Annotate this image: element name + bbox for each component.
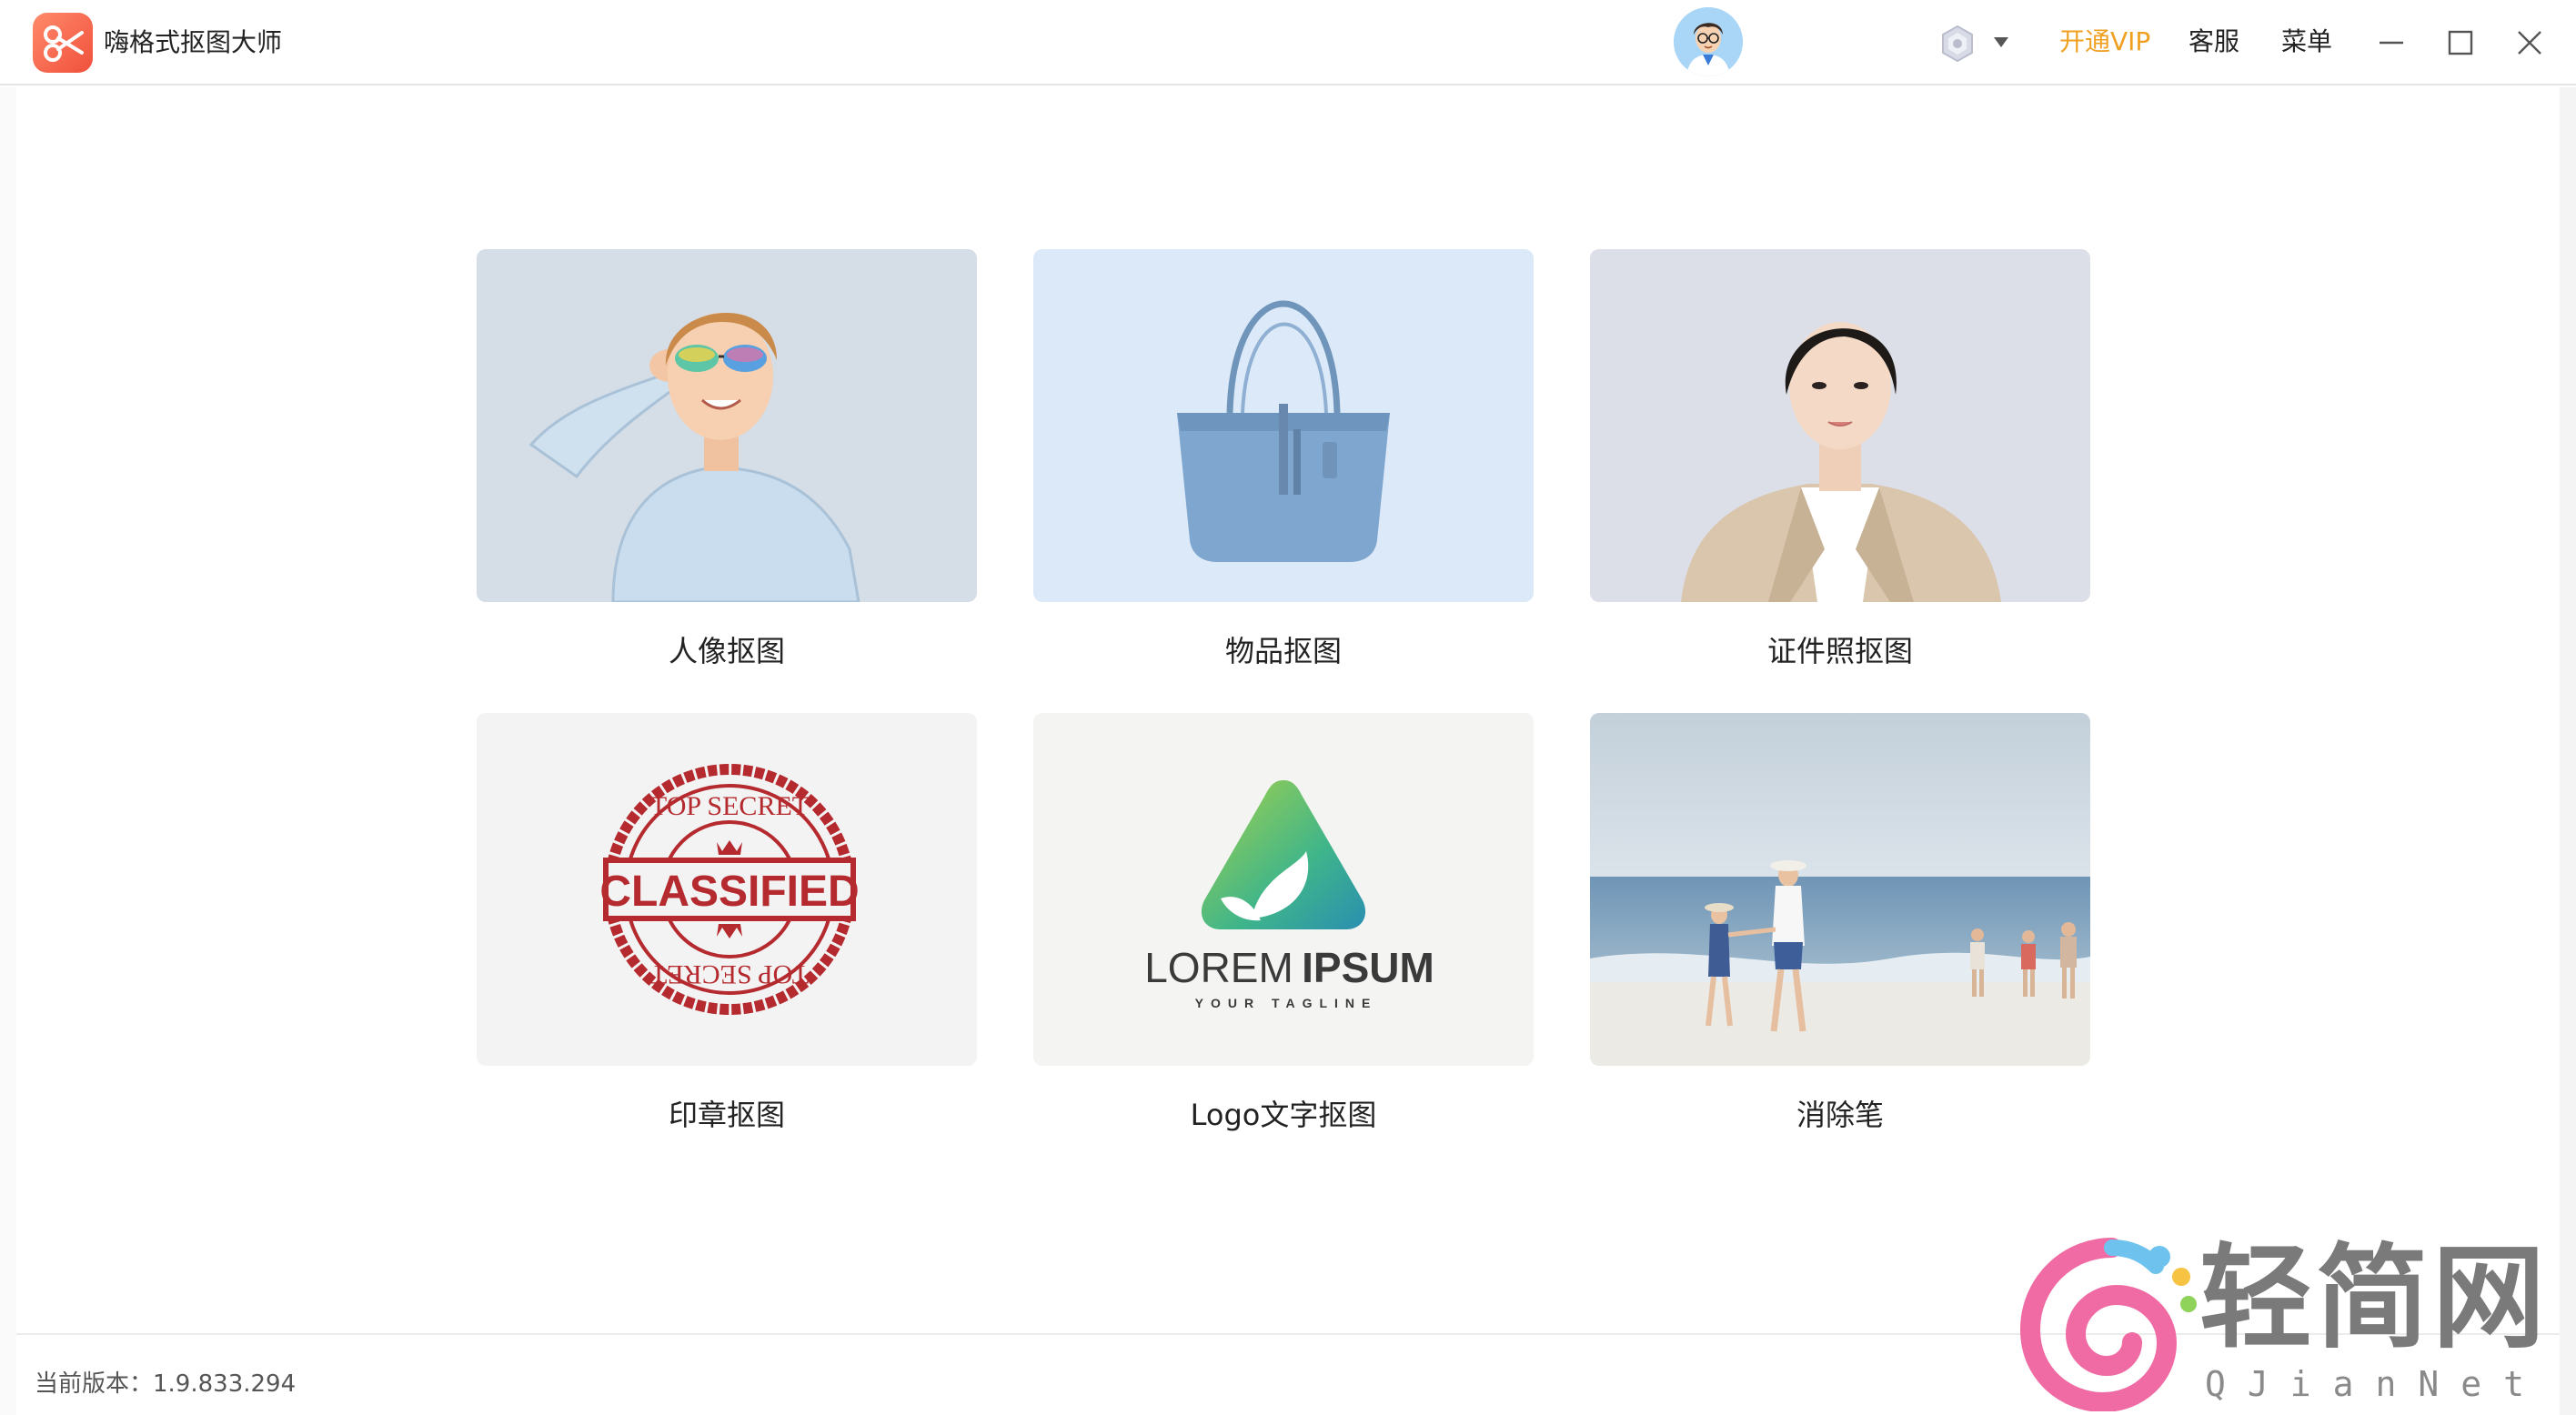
settings-badge-icon[interactable] — [1937, 24, 1977, 64]
close-icon[interactable] — [2507, 20, 2552, 65]
feature-label: 人像抠图 — [668, 634, 785, 668]
right-gutter — [2560, 87, 2576, 1415]
feature-label: 印章抠图 — [668, 1098, 785, 1132]
scissors-logo-icon — [33, 13, 93, 73]
caret-down-icon[interactable] — [1992, 35, 2010, 49]
watermark-cn-text: 轻简网 — [2199, 1232, 2550, 1364]
stamp-main-text: CLASSIFIED — [599, 868, 859, 916]
feature-card-logo[interactable]: LOREM IPSUM YOUR TAGLINE Logo文字抠图 — [1033, 713, 1534, 1149]
menu-link[interactable]: 菜单 — [2281, 25, 2332, 59]
feature-label: Logo文字抠图 — [1190, 1098, 1377, 1132]
user-avatar-icon[interactable] — [1674, 7, 1743, 76]
object-thumbnail[interactable] — [1033, 249, 1534, 602]
title-bar: 嗨格式抠图大师 开通VIP 客服 菜单 — [0, 0, 2576, 85]
logo-word-1: LOREM — [1144, 944, 1293, 991]
stamp-top-text: TOP SECRET — [650, 791, 809, 821]
minimize-icon[interactable] — [2369, 20, 2414, 65]
stamp-bottom-text: TOP SECRET — [650, 959, 809, 989]
stamp-thumbnail[interactable]: CLASSIFIED TOP SECRET TOP SECRET — [477, 713, 977, 1066]
left-gutter — [0, 87, 16, 1415]
feature-card-eraser[interactable]: 消除笔 — [1590, 713, 2090, 1149]
app-title: 嗨格式抠图大师 — [104, 27, 283, 57]
idphoto-thumbnail[interactable] — [1590, 249, 2090, 602]
feature-label: 消除笔 — [1796, 1098, 1884, 1132]
open-vip-link[interactable]: 开通VIP — [2059, 25, 2150, 59]
feature-card-stamp[interactable]: CLASSIFIED TOP SECRET TOP SECRET 印章抠图 — [477, 713, 977, 1149]
customer-service-link[interactable]: 客服 — [2189, 25, 2239, 59]
logo-word-2: IPSUM — [1302, 944, 1434, 991]
portrait-thumbnail[interactable] — [477, 249, 977, 602]
logo-thumbnail[interactable]: LOREM IPSUM YOUR TAGLINE — [1033, 713, 1534, 1066]
version-text: 当前版本：1.9.833.294 — [35, 1370, 297, 1398]
feature-label: 物品抠图 — [1224, 634, 1342, 668]
feature-label: 证件照抠图 — [1766, 634, 1913, 668]
maximize-icon[interactable] — [2438, 20, 2483, 65]
feature-card-portrait[interactable]: 人像抠图 — [477, 249, 977, 686]
feature-card-idphoto[interactable]: 证件照抠图 — [1590, 249, 2090, 686]
logo-tagline: YOUR TAGLINE — [1195, 996, 1378, 1010]
watermark-en-text: QJianNet — [2205, 1364, 2547, 1404]
feature-card-object[interactable]: 物品抠图 — [1033, 249, 1534, 686]
swirl-logo-icon — [2003, 1229, 2203, 1411]
feature-grid: 人像抠图 物品抠图 证件照抠图 CLASSIFIED TOP SECRET TO… — [16, 87, 2560, 1333]
eraser-thumbnail[interactable] — [1590, 713, 2090, 1066]
watermark: 轻简网 QJianNet — [1990, 1229, 2545, 1411]
